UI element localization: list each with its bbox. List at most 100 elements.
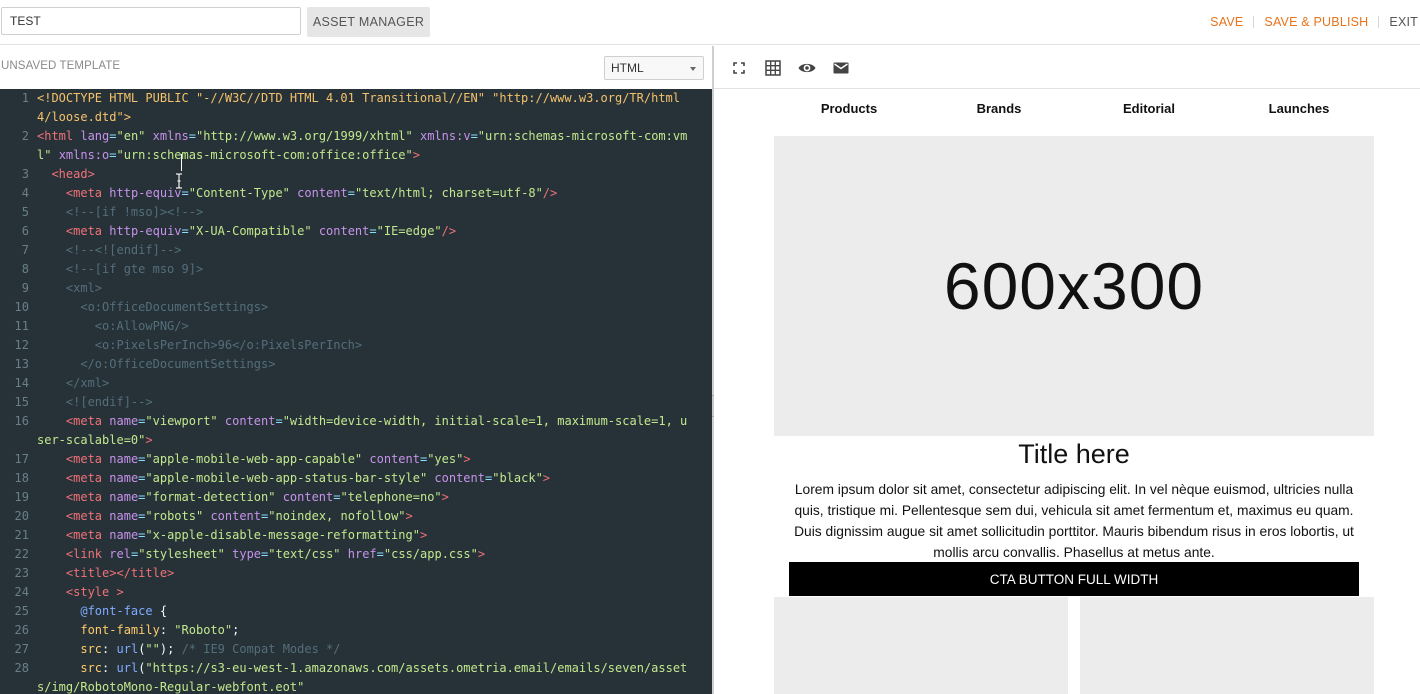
eye-icon[interactable] [797, 58, 817, 78]
code-token: > [463, 452, 471, 466]
image-tile-right [1080, 597, 1374, 694]
code-token: <!DOCTYPE HTML PUBLIC "-//W3C//DTD HTML … [37, 91, 680, 124]
code-token: = [181, 186, 189, 200]
code-token: = [333, 490, 341, 504]
code-token: src [80, 661, 103, 675]
code-token: name [109, 471, 139, 485]
code-token: = [181, 224, 189, 238]
code-line: 23 <title></title> [0, 564, 712, 583]
code-token: <!--<![endif]--> [65, 243, 182, 257]
code-line: 17 <meta name="apple-mobile-web-app-capa… [0, 450, 712, 469]
exit-button[interactable]: EXIT [1389, 15, 1418, 29]
cta-button[interactable]: CTA BUTTON FULL WIDTH [789, 562, 1359, 596]
asset-manager-button[interactable]: ASSET MANAGER [307, 7, 430, 37]
code-token: <meta [65, 528, 110, 542]
code-token: <title></title> [65, 566, 175, 580]
email-preview: Products Brands Editorial Launches 600x3… [714, 90, 1420, 694]
grid-icon[interactable] [763, 58, 783, 78]
code-token: <!--[if !mso]><!--> [65, 205, 204, 219]
code-line: 13 </o:OfficeDocumentSettings> [0, 355, 712, 374]
code-token: "" [145, 642, 160, 656]
code-token: href [347, 547, 377, 561]
nav-link-brands[interactable]: Brands [924, 90, 1074, 128]
code-line: 24 <style > [0, 583, 712, 602]
code-token: "x-apple-disable-message-reformatting" [145, 528, 420, 542]
code-token: "text/css" [268, 547, 341, 561]
code-line: 5 <!--[if !mso]><!--> [0, 203, 712, 222]
code-token: <head> [51, 167, 95, 181]
code-token: > [542, 471, 551, 485]
code-token: <meta [65, 414, 110, 428]
line-number: 23 [14, 566, 29, 580]
save-button[interactable]: SAVE [1210, 15, 1243, 29]
code-token: "apple-mobile-web-app-capable" [145, 452, 363, 466]
line-number: 26 [14, 623, 29, 637]
code-token: @font-face [80, 604, 153, 618]
nav-link-launches[interactable]: Launches [1224, 90, 1374, 128]
template-status: UNSAVED TEMPLATE [1, 60, 121, 72]
code-token: > [145, 433, 153, 447]
line-number: 5 [21, 205, 29, 219]
line-number: 20 [14, 509, 29, 523]
image-tile-left [774, 597, 1068, 694]
code-token: <o:AllowPNG/> [94, 319, 189, 333]
code-token: content [282, 490, 334, 504]
code-token: <meta [65, 471, 110, 485]
code-token: /> [542, 186, 558, 200]
code-token: "viewport" [145, 414, 218, 428]
code-token: > [419, 528, 428, 542]
fullscreen-icon[interactable] [729, 58, 749, 78]
code-token: "X-UA-Compatible" [188, 224, 312, 238]
line-number: 27 [14, 642, 29, 656]
preview-body-text: Lorem ipsum dolor sit amet, consectetur … [794, 482, 1354, 560]
code-line: 19 <meta name = "format-detection" content… [0, 488, 712, 507]
code-token: <![endif]--> [65, 395, 153, 409]
code-token: </xml> [65, 376, 110, 390]
code-line: 4 <meta http-equiv="Content-Type" conten… [0, 184, 712, 203]
code-token: name [109, 509, 139, 523]
template-name-input[interactable] [1, 7, 301, 35]
code-token: > [405, 509, 413, 523]
line-number: 10 [14, 300, 29, 314]
code-token: <meta [65, 186, 110, 200]
code-token: /* IE9 Compat Modes */ [181, 642, 341, 656]
hero-image-placeholder: 600x300 [774, 136, 1374, 436]
line-number: 24 [14, 585, 29, 599]
language-select[interactable]: HTML [604, 56, 704, 80]
action-separator [1253, 16, 1255, 28]
code-line: 20 <meta name="robots" content="noindex,… [0, 507, 712, 526]
nav-link-products[interactable]: Products [774, 90, 924, 128]
code-line: 21 <meta name="x-apple-disable-message-r… [0, 526, 712, 545]
line-number: 21 [14, 528, 29, 542]
code-token: : [102, 642, 117, 656]
code-token: "en" [116, 129, 146, 143]
nav-link-editorial[interactable]: Editorial [1074, 90, 1224, 128]
code-line: 12 <o:PixelsPerInch>96</o:PixelsPerInch> [0, 336, 712, 355]
code-line: 7 <!--<![endif]--> [0, 241, 712, 260]
code-token: <link [65, 547, 110, 561]
code-token: = [109, 148, 117, 162]
line-number: 28 [14, 661, 29, 675]
code-token: <!--[if gte mso 9]> [65, 262, 204, 276]
line-number: 14 [14, 376, 29, 390]
top-bar: ASSET MANAGER SAVE SAVE & PUBLISH EXIT [0, 0, 1420, 45]
code-editor[interactable]: 1 <!DOCTYPE HTML PUBLIC "-//W3C//DTD HTML… [0, 89, 712, 694]
line-number: 13 [14, 357, 29, 371]
code-token: <meta [65, 452, 110, 466]
envelope-icon[interactable] [831, 58, 851, 78]
line-number: 15 [14, 395, 29, 409]
code-token: content [210, 509, 262, 523]
save-and-publish-button[interactable]: SAVE & PUBLISH [1264, 15, 1368, 29]
code-token: "Roboto" [174, 623, 233, 637]
code-line: 8 <!--[if gte mso 9]> [0, 260, 712, 279]
code-token: = [369, 224, 377, 238]
code-token: "yes" [427, 452, 464, 466]
